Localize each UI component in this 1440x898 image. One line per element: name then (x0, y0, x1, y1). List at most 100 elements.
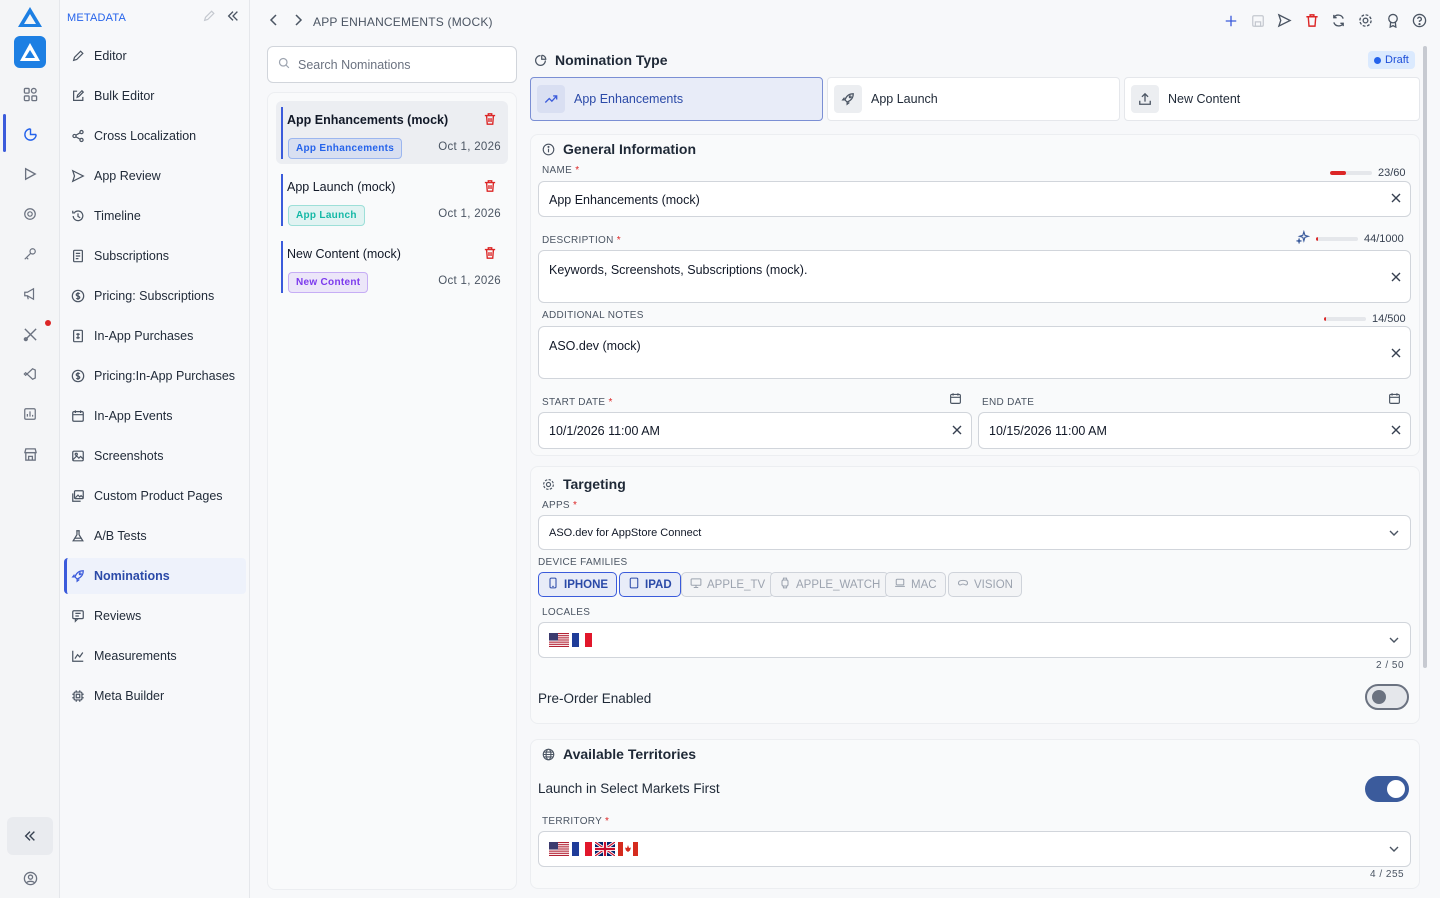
sidebar-item-meta-builder[interactable]: Meta Builder (64, 678, 246, 714)
sidebar-item-label: Meta Builder (94, 689, 165, 703)
app-switcher-logo-icon[interactable] (14, 36, 46, 68)
clear-end-date-icon[interactable] (1390, 424, 1402, 439)
sidebar-item-reviews[interactable]: Reviews (64, 598, 246, 634)
sidebar-item-label: Pricing:In-App Purchases (94, 369, 236, 383)
send-icon[interactable] (1276, 12, 1293, 29)
nomination-type-badge: New Content (288, 272, 369, 293)
name-label: NAME * (542, 165, 580, 176)
sidebar-item-cross-localization[interactable]: Cross Localization (64, 118, 246, 154)
main-scrollbar[interactable] (1423, 46, 1427, 668)
flask-icon (70, 528, 86, 544)
device-chip-ipad[interactable]: IPAD (619, 572, 681, 597)
refresh-icon[interactable] (1330, 12, 1347, 29)
additional-notes-textarea[interactable]: ASO.dev (mock) (538, 326, 1411, 379)
share-nodes-icon (70, 128, 86, 144)
sidebar-item-label: Pricing: Subscriptions (94, 289, 215, 303)
sidebar-item-app-review[interactable]: App Review (64, 158, 246, 194)
apple-tv-icon (690, 577, 702, 592)
tools-icon[interactable] (18, 322, 42, 346)
start-date-input[interactable]: 10/1/2026 11:00 AM (538, 412, 972, 449)
settings-gear-icon[interactable] (1357, 12, 1374, 29)
end-calendar-icon[interactable] (1388, 392, 1401, 410)
nomination-list-item[interactable]: App Enhancements (mock) App Enhancements O… (276, 101, 508, 164)
save-icon[interactable] (1249, 12, 1266, 29)
sidebar-item-screenshots[interactable]: Screenshots (64, 438, 246, 474)
receipt-icon (70, 248, 86, 264)
sidebar-item-custom-product-pages[interactable]: Custom Product Pages (64, 478, 246, 514)
account-icon[interactable] (18, 866, 42, 890)
sidebar-item-pricing-subscriptions[interactable]: Pricing: Subscriptions (64, 278, 246, 314)
add-icon[interactable] (1222, 12, 1239, 29)
analytics-icon[interactable] (18, 402, 42, 426)
back-arrow-icon[interactable] (268, 13, 280, 32)
award-icon[interactable] (1384, 12, 1401, 29)
device-chip-mac[interactable]: MAC (885, 572, 946, 597)
us-flag-icon (549, 841, 569, 856)
type-new-content-button[interactable]: New Content (1124, 77, 1420, 121)
list-item-accent-bar (281, 107, 283, 159)
end-date-label: END DATE (982, 397, 1035, 408)
description-label: DESCRIPTION * (542, 235, 621, 246)
nomination-list-item[interactable]: New Content (mock) New Content Oct 1, 2026 (276, 235, 508, 298)
delete-nomination-icon[interactable] (484, 112, 496, 131)
type-app-launch-button[interactable]: App Launch (827, 77, 1120, 121)
search-nominations-field[interactable] (267, 46, 517, 83)
apps-value: ASO.dev for AppStore Connect (549, 527, 702, 539)
device-chip-apple-watch[interactable]: APPLE_WATCH (770, 572, 890, 597)
sidebar-item-in-app-events[interactable]: In-App Events (64, 398, 246, 434)
sidebar-item-pricing-in-app-purchases[interactable]: Pricing:In-App Purchases (64, 358, 246, 394)
forward-arrow-icon[interactable] (292, 13, 304, 32)
locales-select[interactable] (538, 622, 1411, 658)
edit-pencil-icon[interactable] (202, 9, 216, 28)
delete-nomination-icon[interactable] (484, 179, 496, 198)
sidebar-item-label: Measurements (94, 649, 177, 663)
locales-count: 2 / 50 (1376, 660, 1405, 671)
end-date-input[interactable]: 10/15/2026 11:00 AM (978, 412, 1411, 449)
sidebar-item-subscriptions[interactable]: Subscriptions (64, 238, 246, 274)
available-territories-title: Available Territories (563, 746, 697, 762)
device-chip-iphone[interactable]: IPHONE (538, 572, 618, 597)
vscode-icon[interactable] (18, 362, 42, 386)
type-app-enhancements-button[interactable]: App Enhancements (530, 77, 823, 121)
launch-select-markets-toggle[interactable] (1365, 776, 1409, 802)
nomination-list-item[interactable]: App Launch (mock) App Launch Oct 1, 2026 (276, 168, 508, 231)
device-chip-label: IPAD (645, 578, 672, 591)
collapse-panel-icon[interactable] (226, 9, 240, 28)
device-chip-vision[interactable]: VISION (948, 572, 1022, 597)
description-textarea[interactable]: Keywords, Screenshots, Subscriptions (mo… (538, 250, 1411, 303)
apps-select[interactable]: ASO.dev for AppStore Connect (538, 515, 1411, 550)
territory-select[interactable] (538, 831, 1411, 867)
clear-start-date-icon[interactable] (951, 424, 963, 439)
pre-order-toggle[interactable] (1365, 684, 1409, 710)
device-chip-apple-tv[interactable]: APPLE_TV (681, 572, 775, 597)
delete-icon[interactable] (1303, 12, 1320, 29)
key-icon[interactable] (18, 242, 42, 266)
clear-description-icon[interactable] (1390, 271, 1402, 286)
ai-sparkle-icon[interactable] (1295, 229, 1311, 247)
sidebar-item-in-app-purchases[interactable]: In-App Purchases (64, 318, 246, 354)
name-input[interactable]: App Enhancements (mock) (538, 181, 1411, 217)
collapse-sidebar-icon[interactable] (7, 817, 53, 855)
sidebar-item-a-b-tests[interactable]: A/B Tests (64, 518, 246, 554)
pencil-icon (70, 48, 86, 64)
images-icon (70, 488, 86, 504)
start-calendar-icon[interactable] (949, 392, 962, 410)
metadata-icon[interactable] (18, 122, 42, 146)
store-icon[interactable] (18, 442, 42, 466)
sidebar-item-timeline[interactable]: Timeline (64, 198, 246, 234)
search-input[interactable] (298, 57, 498, 72)
general-information-title: General Information (563, 141, 697, 157)
sidebar-item-editor[interactable]: Editor (64, 38, 246, 74)
dashboard-icon[interactable] (18, 82, 42, 106)
help-icon[interactable] (1411, 12, 1428, 29)
target-icon[interactable] (18, 202, 42, 226)
sidebar-item-nominations[interactable]: Nominations (64, 558, 246, 594)
breadcrumb: APP ENHANCEMENTS (MOCK) (313, 15, 493, 29)
delete-nomination-icon[interactable] (484, 246, 496, 265)
clear-notes-icon[interactable] (1390, 347, 1402, 362)
play-icon[interactable] (18, 162, 42, 186)
sidebar-item-bulk-editor[interactable]: Bulk Editor (64, 78, 246, 114)
sidebar-item-measurements[interactable]: Measurements (64, 638, 246, 674)
clear-name-icon[interactable] (1390, 192, 1402, 207)
megaphone-icon[interactable] (18, 282, 42, 306)
